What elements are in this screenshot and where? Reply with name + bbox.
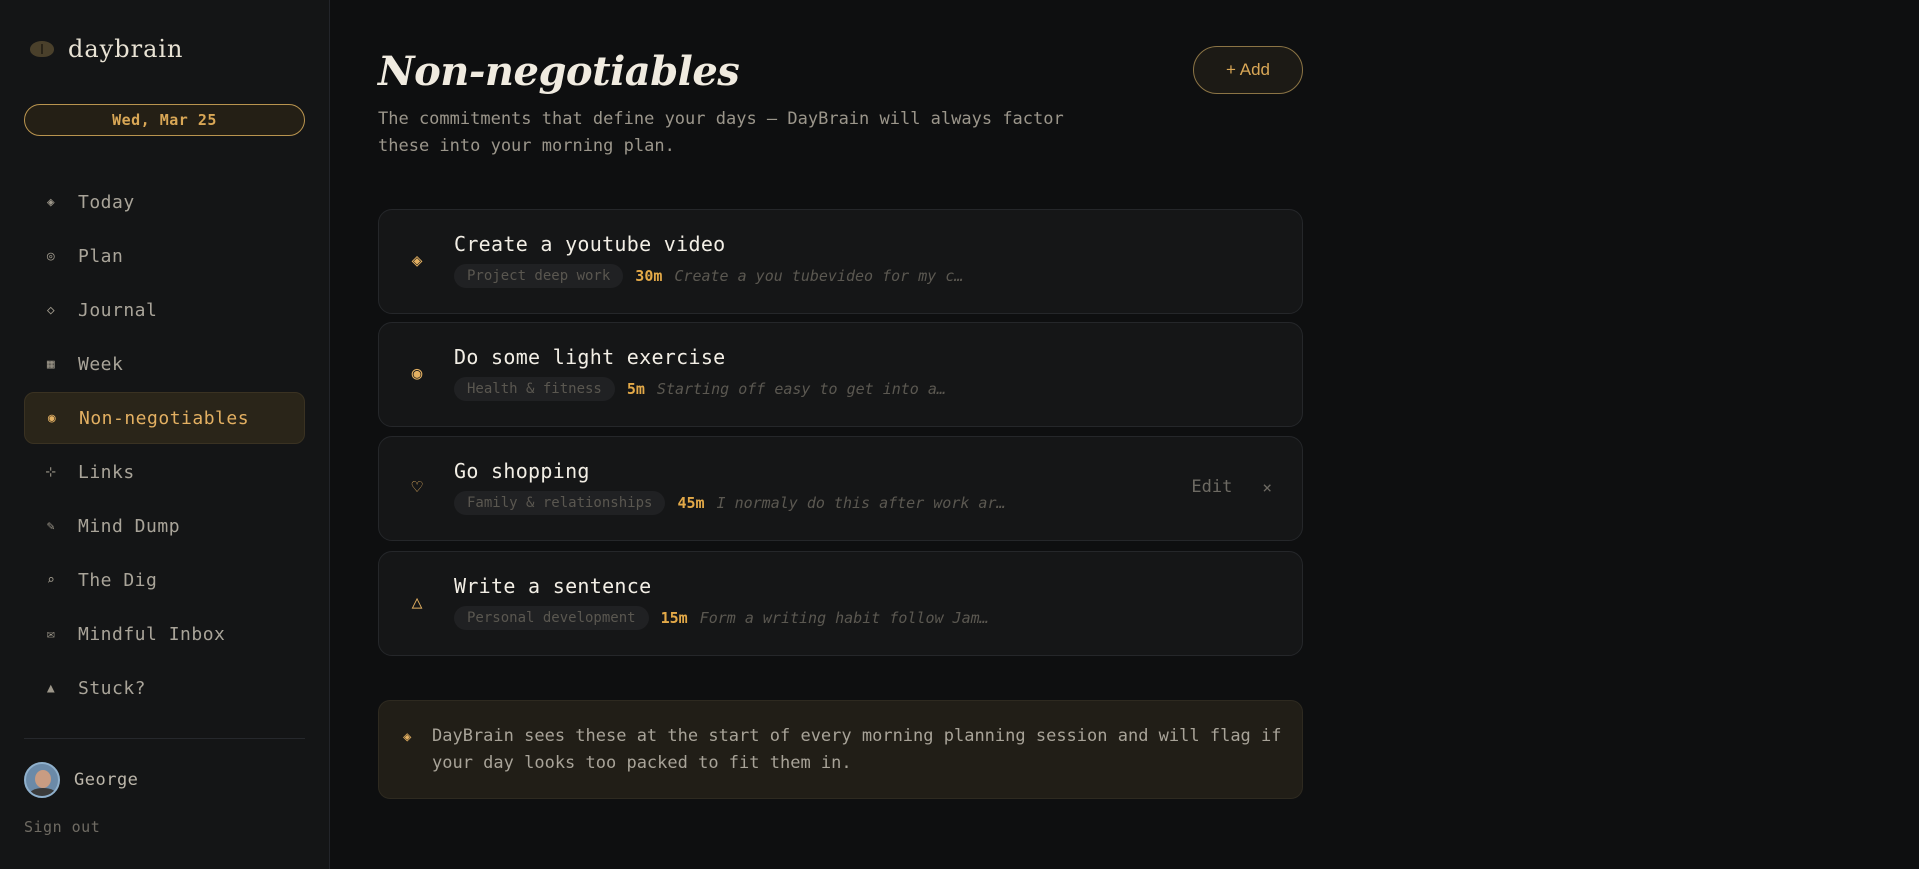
avatar — [24, 762, 60, 798]
triangle-icon: ▲ — [46, 680, 56, 696]
date-pill[interactable]: Wed, Mar 25 — [24, 104, 305, 136]
brain-logo-icon — [30, 41, 54, 57]
edit-button[interactable]: Edit — [1191, 477, 1232, 497]
duration: 5m — [626, 380, 645, 398]
commitment-meta: Project deep work 30m Create a you tubev… — [454, 264, 963, 288]
sidebar-item-label: Today — [78, 191, 135, 213]
diamond-dot-icon: ◈ — [411, 250, 423, 271]
sidebar-item-the-dig[interactable]: ⌕ The Dig — [24, 554, 305, 606]
commitment-title: Go shopping — [454, 459, 590, 483]
sidebar-item-mind-dump[interactable]: ✎ Mind Dump — [24, 500, 305, 552]
diamond-dot-icon: ◈ — [46, 194, 56, 210]
commitment-title: Do some light exercise — [454, 345, 726, 369]
diamond-dot-icon: ◈ — [403, 729, 412, 745]
triangle-outline-icon: △ — [411, 592, 423, 613]
commitment-card[interactable]: △ Write a sentence Personal development … — [378, 551, 1303, 656]
sign-out-link[interactable]: Sign out — [24, 818, 100, 836]
duration: 45m — [677, 494, 705, 512]
sparkle-icon: ⊹ — [45, 464, 57, 480]
sidebar-item-label: Mindful Inbox — [78, 623, 226, 645]
sidebar: daybrain Wed, Mar 25 ◈ Today ◎ Plan ◇ Jo… — [0, 0, 330, 869]
commitment-card[interactable]: ♡ Go shopping Family & relationships 45m… — [378, 436, 1303, 541]
commitment-title: Create a youtube video — [454, 232, 726, 256]
sidebar-item-stuck[interactable]: ▲ Stuck? — [24, 662, 305, 714]
envelope-icon: ✉ — [46, 626, 56, 642]
commitment-meta: Personal development 15m Form a writing … — [454, 606, 989, 630]
info-text: DayBrain sees these at the start of ever… — [432, 726, 1282, 773]
card-actions: Edit × — [1191, 477, 1272, 497]
page-subtitle: The commitments that define your days — … — [378, 109, 1064, 156]
add-button[interactable]: + Add — [1193, 46, 1303, 94]
commitment-note: Form a writing habit follow Jam… — [699, 609, 989, 627]
sidebar-item-label: Week — [78, 353, 124, 375]
bullseye-icon: ◉ — [47, 410, 57, 426]
sidebar-item-non-negotiables[interactable]: ◉ Non-negotiables — [24, 392, 305, 444]
target-icon: ◎ — [46, 248, 56, 264]
grid-icon: ▦ — [46, 356, 56, 372]
sidebar-divider — [24, 738, 305, 739]
category-tag: Health & fitness — [454, 377, 615, 401]
info-callout: ◈ DayBrain sees these at the start of ev… — [378, 700, 1303, 799]
user-profile[interactable]: George — [24, 762, 138, 798]
commitment-meta: Family & relationships 45m I normaly do … — [454, 491, 1006, 515]
heart-icon: ♡ — [411, 477, 423, 498]
sidebar-item-mindful-inbox[interactable]: ✉ Mindful Inbox — [24, 608, 305, 660]
sidebar-item-journal[interactable]: ◇ Journal — [24, 284, 305, 336]
commitment-title: Write a sentence — [454, 574, 652, 598]
commitment-note: Create a you tubevideo for my c… — [674, 267, 964, 285]
sidebar-item-label: Journal — [78, 299, 158, 321]
remove-button[interactable]: × — [1262, 478, 1272, 497]
sidebar-item-label: The Dig — [78, 569, 158, 591]
duration: 15m — [660, 609, 688, 627]
pencil-icon: ✎ — [46, 518, 56, 534]
sidebar-item-links[interactable]: ⊹ Links — [24, 446, 305, 498]
sidebar-item-label: Mind Dump — [78, 515, 181, 537]
user-name: George — [74, 770, 139, 790]
commitment-card[interactable]: ◉ Do some light exercise Health & fitnes… — [378, 322, 1303, 427]
sidebar-item-label: Non-negotiables — [79, 407, 250, 429]
duration: 30m — [635, 267, 663, 285]
sidebar-item-week[interactable]: ▦ Week — [24, 338, 305, 390]
commitment-note: Starting off easy to get into a… — [656, 380, 946, 398]
bullseye-icon: ◉ — [411, 363, 423, 384]
sidebar-item-label: Stuck? — [78, 677, 147, 699]
commitment-meta: Health & fitness 5m Starting off easy to… — [454, 377, 946, 401]
brand[interactable]: daybrain — [30, 34, 184, 64]
category-tag: Family & relationships — [454, 491, 666, 515]
sidebar-nav: ◈ Today ◎ Plan ◇ Journal ▦ Week ◉ Non-ne… — [24, 176, 305, 716]
brand-name: daybrain — [68, 35, 184, 63]
category-tag: Project deep work — [454, 264, 624, 288]
sidebar-item-plan[interactable]: ◎ Plan — [24, 230, 305, 282]
category-tag: Personal development — [454, 606, 649, 630]
search-icon: ⌕ — [46, 572, 56, 588]
sidebar-item-label: Plan — [78, 245, 124, 267]
diamond-icon: ◇ — [46, 302, 56, 318]
sidebar-item-label: Links — [78, 461, 135, 483]
commitment-card[interactable]: ◈ Create a youtube video Project deep wo… — [378, 209, 1303, 314]
commitment-note: I normaly do this after work ar… — [716, 494, 1006, 512]
page-title: Non-negotiables — [378, 48, 740, 95]
sidebar-item-today[interactable]: ◈ Today — [24, 176, 305, 228]
